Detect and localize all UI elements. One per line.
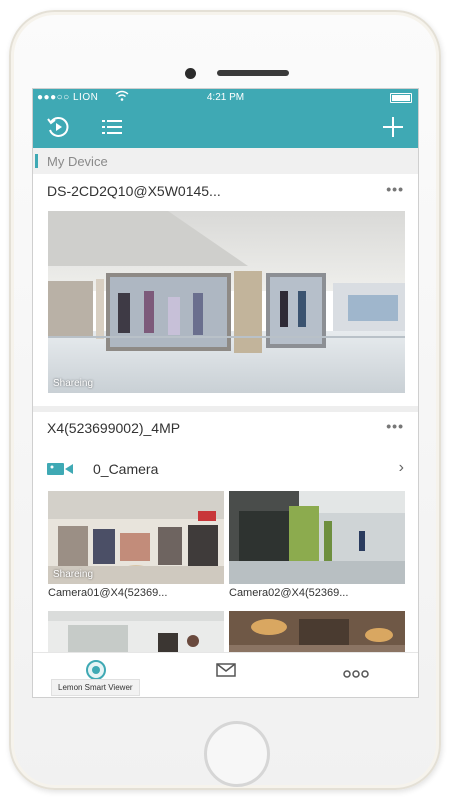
app-screen: ●●●○○ LION 4:21 PM My Device DS-2CD2Q10@… (32, 88, 419, 698)
device-title[interactable]: X4(523699002)_4MP (47, 420, 180, 436)
channel-row[interactable]: 0_Camera › (33, 450, 418, 488)
camera-caption: Camera02@X4(52369... (229, 587, 349, 599)
more-options-icon[interactable]: ••• (386, 181, 404, 197)
front-camera (185, 68, 196, 79)
camera-thumbnail[interactable]: Shareing (48, 491, 224, 584)
device-preview[interactable]: Shareing (48, 211, 405, 393)
home-button[interactable] (204, 721, 270, 787)
device-title[interactable]: DS-2CD2Q10@X5W0145... (47, 183, 221, 199)
more-options-icon[interactable]: ••• (386, 418, 404, 434)
share-overlay-label: Shareing (53, 378, 94, 389)
section-divider (33, 406, 418, 412)
list-icon[interactable] (99, 114, 125, 140)
channel-name: 0_Camera (93, 461, 159, 477)
bottom-tab-bar: Lemon Smart Viewer (33, 652, 418, 697)
camera-thumbnail[interactable] (48, 611, 224, 657)
battery-icon (390, 93, 412, 103)
more-tab-icon[interactable] (343, 665, 369, 683)
active-tab-label: Lemon Smart Viewer (51, 679, 140, 696)
top-navbar (33, 106, 418, 148)
camera-caption: Camera01@X4(52369... (48, 587, 168, 599)
section-accent-bar (35, 154, 38, 168)
share-overlay-label: Shareing (53, 569, 94, 580)
status-bar: ●●●○○ LION 4:21 PM (33, 89, 418, 106)
earpiece-speaker (217, 70, 289, 76)
camera-thumbnail[interactable] (229, 491, 405, 584)
video-camera-icon (47, 461, 73, 482)
section-title: My Device (47, 154, 108, 169)
message-tab-icon[interactable] (216, 663, 236, 682)
add-icon[interactable] (380, 114, 406, 140)
camera-thumbnail[interactable] (229, 611, 405, 657)
playback-icon[interactable] (45, 114, 71, 140)
clock: 4:21 PM (206, 92, 245, 103)
chevron-right-icon[interactable]: › (399, 459, 404, 477)
section-header: My Device (33, 148, 418, 174)
